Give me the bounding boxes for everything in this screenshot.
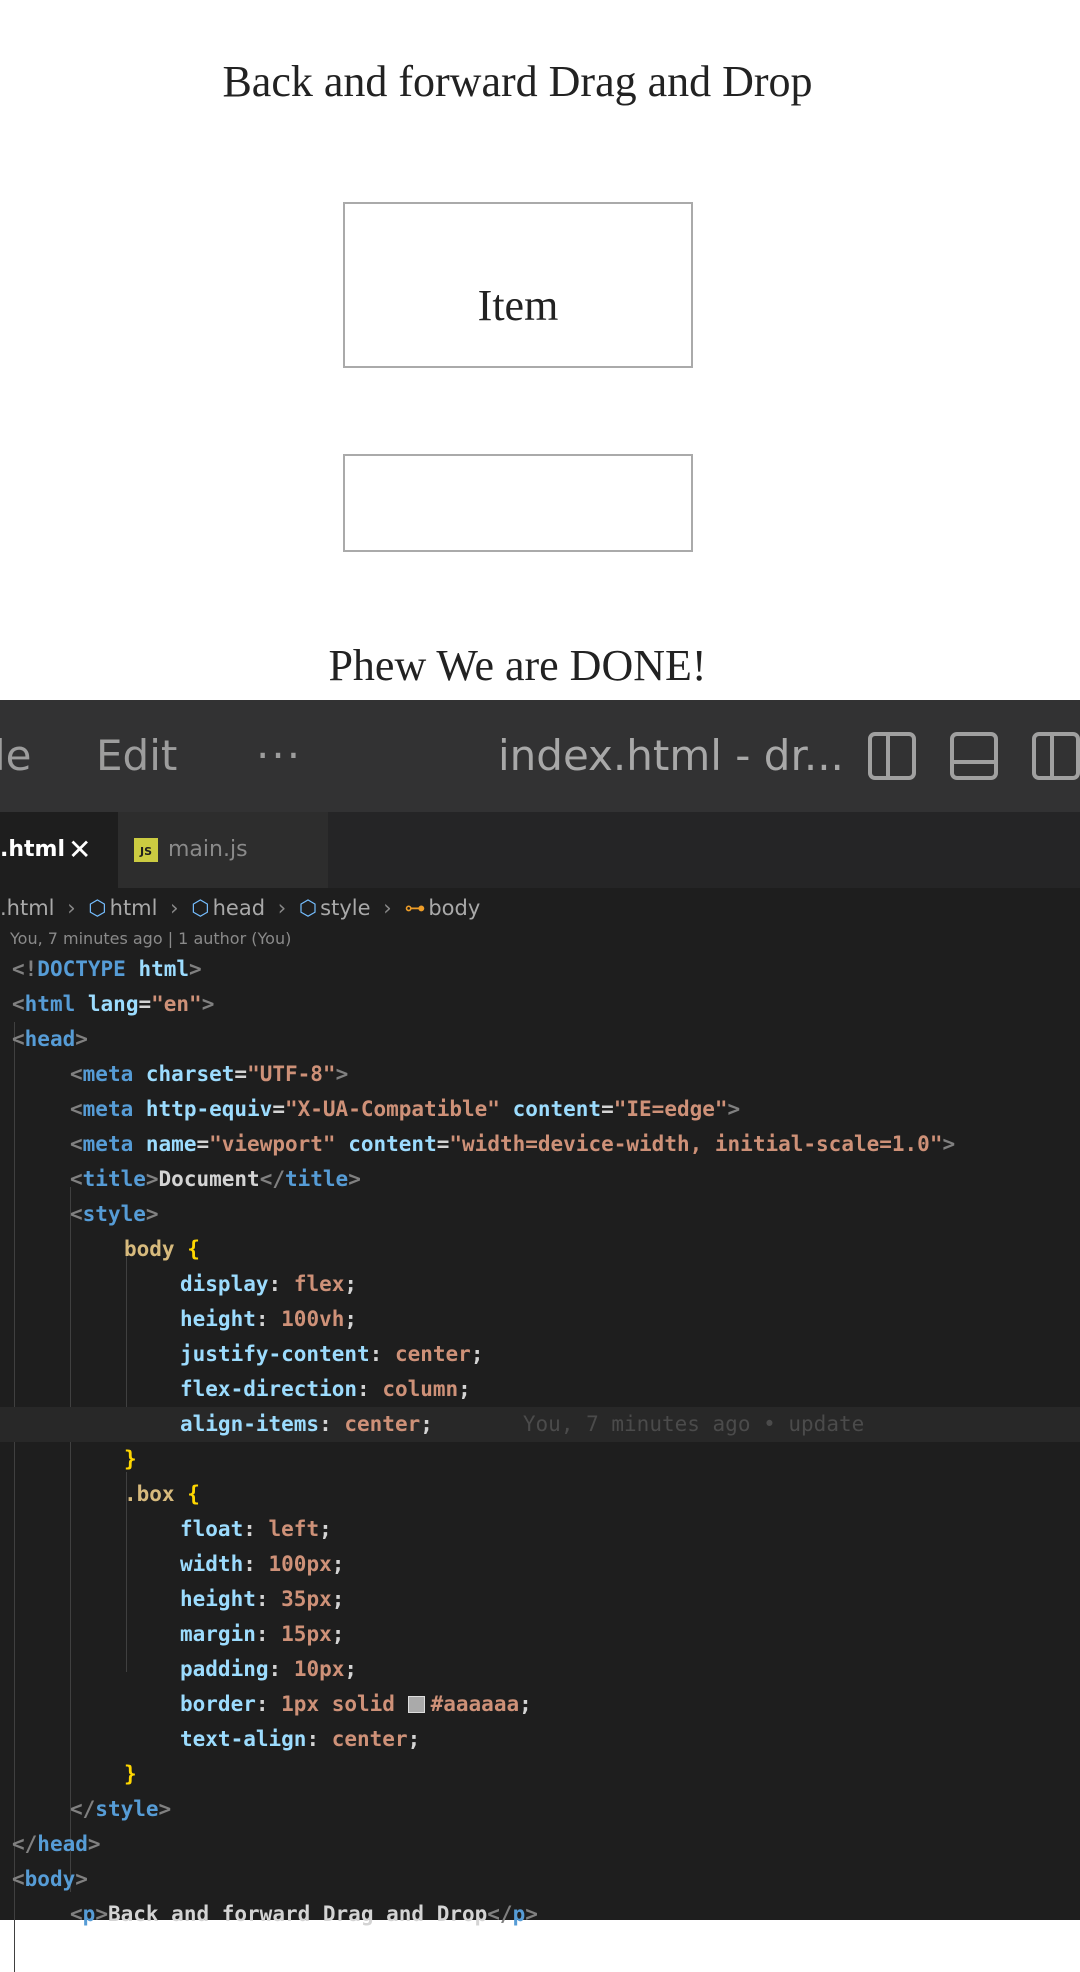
indent-guide <box>70 1187 71 1892</box>
code-line-7: <title>Document</title> <box>70 1167 361 1191</box>
page-heading: Back and forward Drag and Drop <box>222 57 813 106</box>
code-line-28: <p>Back and forward Drag and Drop</p> <box>70 1902 538 1926</box>
code-line-4: <meta charset="UTF-8"> <box>70 1062 349 1086</box>
draggable-item[interactable]: Item <box>345 284 691 328</box>
breadcrumb-item-body[interactable]: ⊶ body <box>404 888 480 928</box>
tab-main-js[interactable]: JS main.js <box>118 812 328 888</box>
page-footer-text: Phew We are DONE! <box>328 641 707 690</box>
indent-guide <box>126 1247 127 1417</box>
code-line-17: float: left; <box>180 1517 332 1541</box>
code-line-8: <style> <box>70 1202 159 1226</box>
code-line-9: body { <box>124 1237 200 1261</box>
breadcrumb-item-html[interactable]: ⬡ html <box>88 888 157 928</box>
code-editor-window: le Edit ··· index.html - dr... .html ✕ J… <box>0 700 1080 1972</box>
code-line-3: <head> <box>12 1027 88 1051</box>
tab-bar: .html ✕ JS main.js <box>0 812 1080 888</box>
menu-file[interactable]: le <box>0 732 32 780</box>
code-line-11: height: 100vh; <box>180 1307 358 1331</box>
breadcrumb-label: html <box>109 896 158 920</box>
html-element-icon: ⬡ <box>88 896 107 920</box>
title-bar: le Edit ··· index.html - dr... <box>0 700 1080 812</box>
code-line-5: <meta http-equiv="X-UA-Compatible" conte… <box>70 1097 741 1121</box>
code-line-20: margin: 15px; <box>180 1622 345 1646</box>
code-line-12: justify-content: center; <box>180 1342 484 1366</box>
chevron-right-icon: › <box>383 896 392 920</box>
code-line-16: .box { <box>124 1482 200 1506</box>
html-element-icon: ⬡ <box>191 896 210 920</box>
breadcrumb: .html › ⬡ html › ⬡ head › ⬡ style › ⊶ body <box>0 888 1080 928</box>
inline-blame: You, 7 minutes ago • update <box>522 1412 865 1436</box>
codelens-blame[interactable]: You, 7 minutes ago | 1 author (You) <box>10 928 291 950</box>
code-line-15: } <box>124 1447 137 1471</box>
css-selector-icon: ⊶ <box>404 896 426 920</box>
code-line-2: <html lang="en"> <box>12 992 215 1016</box>
code-line-22: border: 1px solid #aaaaaa; <box>180 1692 532 1716</box>
code-line-23: text-align: center; <box>180 1727 421 1751</box>
chevron-right-icon: › <box>170 896 179 920</box>
code-line-18: width: 100px; <box>180 1552 345 1576</box>
breadcrumb-label: style <box>320 896 371 920</box>
tab-label: .html <box>0 837 66 862</box>
code-line-6: <meta name="viewport" content="width=dev… <box>70 1132 956 1156</box>
code-line-26: </head> <box>12 1832 101 1856</box>
code-line-27: <body> <box>12 1867 88 1891</box>
close-icon[interactable]: ✕ <box>68 812 91 888</box>
code-line-13: flex-direction: column; <box>180 1377 471 1401</box>
browser-preview: Back and forward Drag and Drop Item Phew… <box>0 0 1080 700</box>
breadcrumb-item-file[interactable]: .html <box>0 888 55 928</box>
breadcrumb-label: body <box>428 896 481 920</box>
toggle-primary-sidebar-icon[interactable] <box>866 730 918 782</box>
menu-more[interactable]: ··· <box>256 732 302 780</box>
code-line-25: </style> <box>70 1797 172 1821</box>
code-line-1: <!DOCTYPE html> <box>12 957 202 981</box>
code-line-10: display: flex; <box>180 1272 358 1296</box>
toggle-panel-icon[interactable] <box>948 730 1000 782</box>
code-line-14-current: align-items: center; You, 7 minutes ago •… <box>0 1407 1080 1442</box>
breadcrumb-item-head[interactable]: ⬡ head <box>191 888 265 928</box>
breadcrumb-item-style[interactable]: ⬡ style <box>299 888 371 928</box>
code-line-24: } <box>124 1762 137 1786</box>
tab-index-html[interactable]: .html ✕ <box>0 812 118 888</box>
javascript-file-icon: JS <box>134 838 158 862</box>
drop-box-1[interactable]: Item <box>343 202 693 368</box>
toggle-secondary-sidebar-icon[interactable] <box>1030 730 1080 782</box>
window-title: index.html - dr... <box>498 731 844 780</box>
tab-label: main.js <box>168 837 248 862</box>
color-swatch[interactable] <box>407 1696 425 1713</box>
code-line-19: height: 35px; <box>180 1587 345 1611</box>
breadcrumb-label: head <box>212 896 266 920</box>
chevron-right-icon: › <box>67 896 76 920</box>
drop-box-2[interactable] <box>343 454 693 552</box>
html-element-icon: ⬡ <box>298 896 318 920</box>
menu-edit[interactable]: Edit <box>96 732 177 780</box>
code-line-21: padding: 10px; <box>180 1657 358 1681</box>
chevron-right-icon: › <box>277 896 287 920</box>
